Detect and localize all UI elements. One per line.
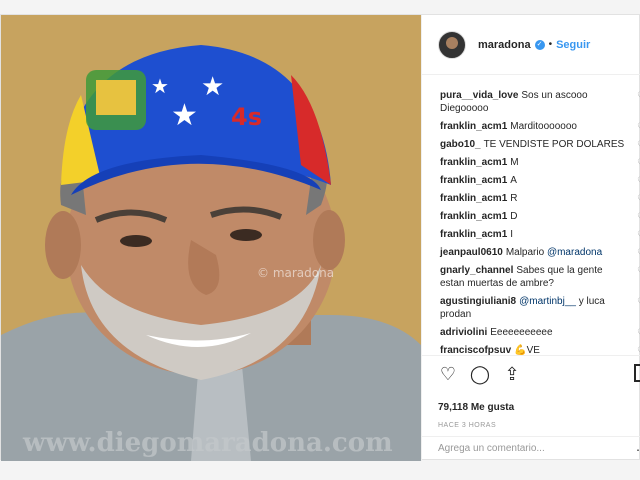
post-timestamp: HACE 3 HORAS [438, 422, 497, 429]
post-actions: ♡ ◯ ⇪ 79,118 Me gusta HACE 3 HORAS ⋯ [422, 355, 640, 461]
photo-watermark-handle: © maradona [257, 266, 334, 280]
post-username[interactable]: maradona [478, 39, 531, 51]
comment-item: franklin_acm1M ♡ [440, 156, 640, 169]
comment-item: adrivioliniEeeeeeeeeee ♡ [440, 326, 640, 339]
share-icon[interactable]: ⇪ [502, 364, 522, 384]
post-sidebar: maradona ✓ • Seguir pura__vida_love Sos u… [421, 15, 640, 461]
bookmark-icon[interactable] [634, 364, 640, 382]
separator-dot: • [548, 39, 553, 50]
add-comment-bar: ⋯ [422, 436, 640, 462]
screen: ★ ★ ★ 4s © maradona www.diegomaradona.co… [0, 0, 640, 480]
comment-text: A [510, 175, 517, 186]
comment-username[interactable]: franklin_acm1 [440, 229, 507, 240]
verified-badge-icon: ✓ [534, 39, 545, 50]
comment-username[interactable]: franklin_acm1 [440, 175, 507, 186]
svg-text:★: ★ [201, 72, 224, 102]
comment-text: D [510, 211, 518, 222]
follow-button[interactable]: Seguir [556, 39, 590, 51]
comment-username[interactable]: gnarly_channel [440, 265, 513, 276]
comment-username[interactable]: agustingiuliani8 [440, 296, 516, 307]
svg-text:★: ★ [171, 98, 198, 133]
svg-text:★: ★ [151, 74, 169, 98]
avatar[interactable] [438, 30, 466, 59]
comment-username[interactable]: franklin_acm1 [440, 211, 507, 222]
comment-text: M [510, 157, 519, 168]
svg-text:4s: 4s [231, 103, 262, 131]
comment-username[interactable]: jeanpaul0610 [440, 247, 503, 258]
comment-item: franklin_acm1Marditooooooo ♡ [440, 120, 640, 133]
comment-input[interactable] [438, 443, 618, 454]
comment-text: I [510, 229, 514, 240]
photo-watermark-site: www.diegomaradona.com [22, 428, 393, 458]
comment-mention[interactable]: @martinbj__ [519, 296, 576, 307]
comment-username[interactable]: adriviolini [440, 327, 487, 338]
comment-item: franklin_acm1D ♡ [440, 210, 640, 223]
likes-count[interactable]: 79,118 Me gusta [438, 402, 514, 413]
comments-list: pura__vida_loveSos un ascooo Diegooooo ♡… [440, 89, 640, 362]
comment-item: agustingiuliani8 @martinbj__ y luca proda… [440, 295, 640, 321]
comment-icon[interactable]: ◯ [470, 364, 490, 384]
comment-username[interactable]: franklin_acm1 [440, 193, 507, 204]
like-icon[interactable]: ♡ [438, 364, 458, 384]
comment-text: Malpario [505, 247, 545, 258]
comment-username[interactable]: pura__vida_love [440, 90, 518, 101]
post-photo[interactable]: ★ ★ ★ 4s © maradona www.diegomaradona.co… [1, 15, 421, 461]
comment-item: jeanpaul0610Malpario @maradona ♡ [440, 246, 640, 259]
more-options-icon[interactable]: ⋯ [636, 443, 640, 457]
comment-username[interactable]: franklin_acm1 [440, 121, 507, 132]
post-header: maradona ✓ • Seguir [422, 15, 640, 75]
comment-item: franklin_acm1R ♡ [440, 192, 640, 205]
comment-item: franklin_acm1A ♡ [440, 174, 640, 187]
instagram-post: ★ ★ ★ 4s © maradona www.diegomaradona.co… [0, 14, 640, 461]
comment-text: TE VENDISTE POR DOLARES [483, 139, 625, 150]
comment-username[interactable]: gabo10_ [440, 139, 481, 150]
comment-item: franklin_acm1I ♡ [440, 228, 640, 241]
comment-text: R [510, 193, 518, 204]
maradona-portrait-image: ★ ★ ★ 4s © maradona www.diegomaradona.co… [1, 15, 421, 461]
comment-mention[interactable]: @maradona [547, 247, 602, 258]
comment-item: gnarly_channel Sabes que la gente estan m… [440, 264, 640, 290]
comment-username[interactable]: franklin_acm1 [440, 157, 507, 168]
comment-text: Marditooooooo [510, 121, 577, 132]
comment-item: gabo10_TE VENDISTE POR DOLARES ♡ [440, 138, 640, 151]
action-icons: ♡ ◯ ⇪ [438, 364, 522, 384]
comment-item: pura__vida_loveSos un ascooo Diegooooo ♡ [440, 89, 640, 115]
comment-text: Eeeeeeeeeee [490, 327, 553, 338]
